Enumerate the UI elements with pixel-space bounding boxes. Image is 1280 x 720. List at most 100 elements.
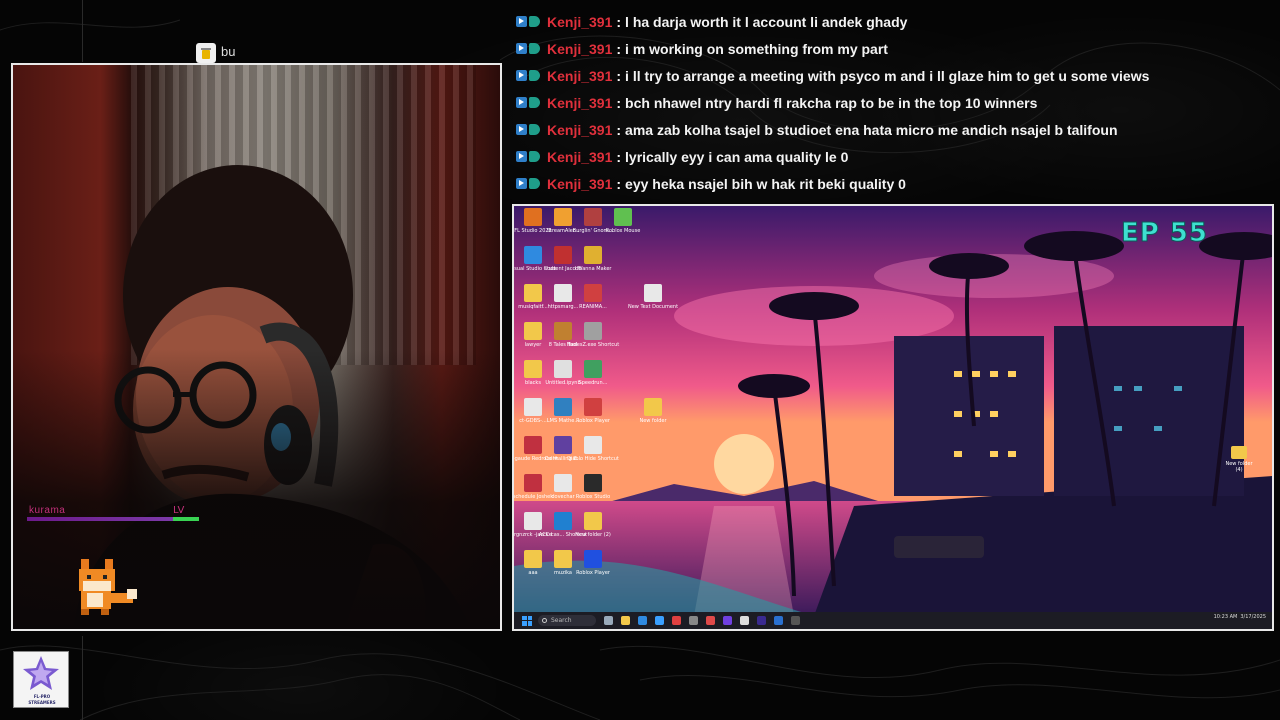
desktop-icon[interactable]: Untitled.ipynb [545, 360, 581, 398]
desktop-icon[interactable]: Roblox Mouse [606, 208, 640, 246]
desktop-icon[interactable]: FL Studio 2025 [514, 208, 552, 246]
desktop-icon[interactable]: ACC-cas... Shortcut [539, 512, 587, 550]
taskbar-app-icon[interactable] [774, 616, 783, 625]
chat-username: Kenji_391 [547, 67, 613, 84]
taskbar-search[interactable]: Search [538, 615, 596, 626]
desktop-icon[interactable]: Speedrun... [578, 360, 608, 398]
community-logo: FL-PRO STREAMERS [13, 651, 69, 708]
chat-username: Kenji_391 [547, 148, 613, 165]
chat-overlay: Kenji_391: l ha darja worth it l account … [516, 8, 1276, 197]
desktop-icon-label: httpsmarg... [547, 304, 579, 310]
desktop-app-icon [554, 550, 572, 568]
desktop-icon[interactable]: aaa [518, 550, 548, 588]
desktop-icon[interactable]: Visual Studio Code [514, 246, 556, 284]
desktop-app-icon [614, 208, 632, 226]
taskbar-app-icon[interactable] [604, 616, 613, 625]
desktop-icon[interactable]: musiqfaitf... [518, 284, 548, 322]
taskbar-app-icon[interactable] [757, 616, 766, 625]
chat-text: lyrically eyy i can ama quality le 0 [625, 148, 849, 165]
desktop-app-icon [584, 284, 602, 302]
desktop-app-icon [554, 322, 572, 340]
system-tray[interactable]: 10:23 AM 3/17/2025 [1214, 615, 1266, 620]
chat-colon: : [616, 94, 622, 111]
overlay-player-name: kurama [29, 505, 66, 516]
desktop-icon[interactable]: 8 Tales Tool [548, 322, 578, 360]
taskbar-app-icon[interactable] [689, 616, 698, 625]
desktop-app-icon [584, 512, 602, 530]
desktop-icon-label: muzika [554, 570, 572, 576]
pixel-fox-icon [79, 559, 137, 615]
taskbar-app-icon[interactable] [706, 616, 715, 625]
desktop-app-icon [554, 208, 572, 226]
taskbar-app-icon[interactable] [638, 616, 647, 625]
webcam-feed: kurama LV [11, 63, 502, 631]
logo-line2: STREAMERS [28, 700, 56, 705]
desktop-icon-label: Roblox Studio [575, 494, 611, 500]
taskbar-app-icon[interactable] [723, 616, 732, 625]
desktop-icon-label: Diablo Hide Shortcut [567, 456, 619, 462]
taskbar-app-icon[interactable] [791, 616, 800, 625]
desktop-icon-label: Speedrun... [578, 380, 608, 386]
chat-message: Kenji_391: i ll try to arrange a meeting … [516, 62, 1276, 89]
search-icon [542, 617, 547, 623]
desktop-icon[interactable]: Burglin' Gnom... [573, 208, 613, 246]
desktop-icon[interactable]: ct-GDBS-... [518, 398, 548, 436]
desktop-icon[interactable]: rgnzrck -jacckd [514, 512, 552, 550]
desktop-icon[interactable]: New folder [638, 398, 668, 436]
stream-layout: bu kurama LV Kenji_391: l ha darja wort… [0, 0, 1280, 720]
desktop-app-icon [584, 436, 602, 454]
prime-badge-icon [516, 151, 527, 162]
desktop-icon[interactable]: Roblox Player [576, 550, 610, 588]
desktop-app-icon [554, 398, 572, 416]
desktop-icon[interactable]: Roblox Player [576, 398, 610, 436]
prime-badge-icon [516, 16, 527, 27]
desktop-icon[interactable]: Roblox Studio [575, 474, 611, 512]
taskbar-app-icon[interactable] [672, 616, 681, 625]
desktop-app-icon [524, 474, 542, 492]
desktop-icon[interactable]: httpsmarg... [548, 284, 578, 322]
desktop-icon-label: LMS Mathe... [546, 418, 580, 424]
chat-username: Kenji_391 [547, 13, 613, 30]
prime-badge-icon [516, 70, 527, 81]
star-logo-icon [23, 656, 59, 690]
search-placeholder: Search [551, 617, 572, 624]
desktop-icon-label: New folder [639, 418, 667, 424]
chat-badge-icon [529, 124, 540, 135]
desktop-icon[interactable]: StreamAler... [547, 208, 579, 246]
desktop-icon[interactable]: dovechar [548, 474, 578, 512]
desktop-icon[interactable]: muzika [548, 550, 578, 588]
desktop-icon[interactable]: Diablo Hide Shortcut [567, 436, 619, 474]
desktop-app-icon [524, 360, 542, 378]
chat-badge-icon [529, 70, 540, 81]
taskbar-app-icon[interactable] [655, 616, 664, 625]
desktop-icon-label: Roblox Player [576, 570, 610, 576]
desktop-icon[interactable]: bpd-gaude Redroberit... [514, 436, 563, 474]
start-button[interactable] [522, 615, 532, 626]
chat-message: Kenji_391: i m working on something from … [516, 35, 1276, 62]
chat-text: i ll try to arrange a meeting with psyco… [625, 67, 1150, 84]
desktop-icon[interactable]: New folder (2) [575, 512, 611, 550]
prime-badge-icon [516, 124, 527, 135]
taskbar-app-icon[interactable] [740, 616, 749, 625]
taskbar-date: 3/17/2025 [1240, 614, 1266, 620]
desktop-app-icon [584, 360, 602, 378]
desktop-app-icon [524, 208, 542, 226]
chat-badge-icon [529, 43, 540, 54]
desktop-app-icon [524, 398, 542, 416]
desktop-icon[interactable]: REANIMA... [578, 284, 608, 322]
desktop-icon[interactable]: blacks [518, 360, 548, 398]
desktop-icon-label: dovechar [551, 494, 575, 500]
desktop-icon[interactable]: New Text Document [628, 284, 678, 322]
frame-line [82, 0, 83, 62]
desktop-icon[interactable]: I Wanna Maker [575, 246, 612, 284]
desktop-icon[interactable]: Cellwalling B... [545, 436, 581, 474]
desktop-icon[interactable]: LMS Mathe... [546, 398, 580, 436]
desktop-app-icon [584, 246, 602, 264]
desktop-icon[interactable]: lawyer [518, 322, 548, 360]
chat-colon: : [616, 67, 622, 84]
desktop-icon[interactable]: HadesZ.exe Shortcut [567, 322, 619, 360]
taskbar-app-icon[interactable] [621, 616, 630, 625]
desktop-folder-right[interactable]: New folder (4) [1224, 446, 1254, 478]
desktop-icon[interactable]: student Jaccdb [544, 246, 582, 284]
desktop-icon[interactable]: schedule Joshek [514, 474, 553, 512]
